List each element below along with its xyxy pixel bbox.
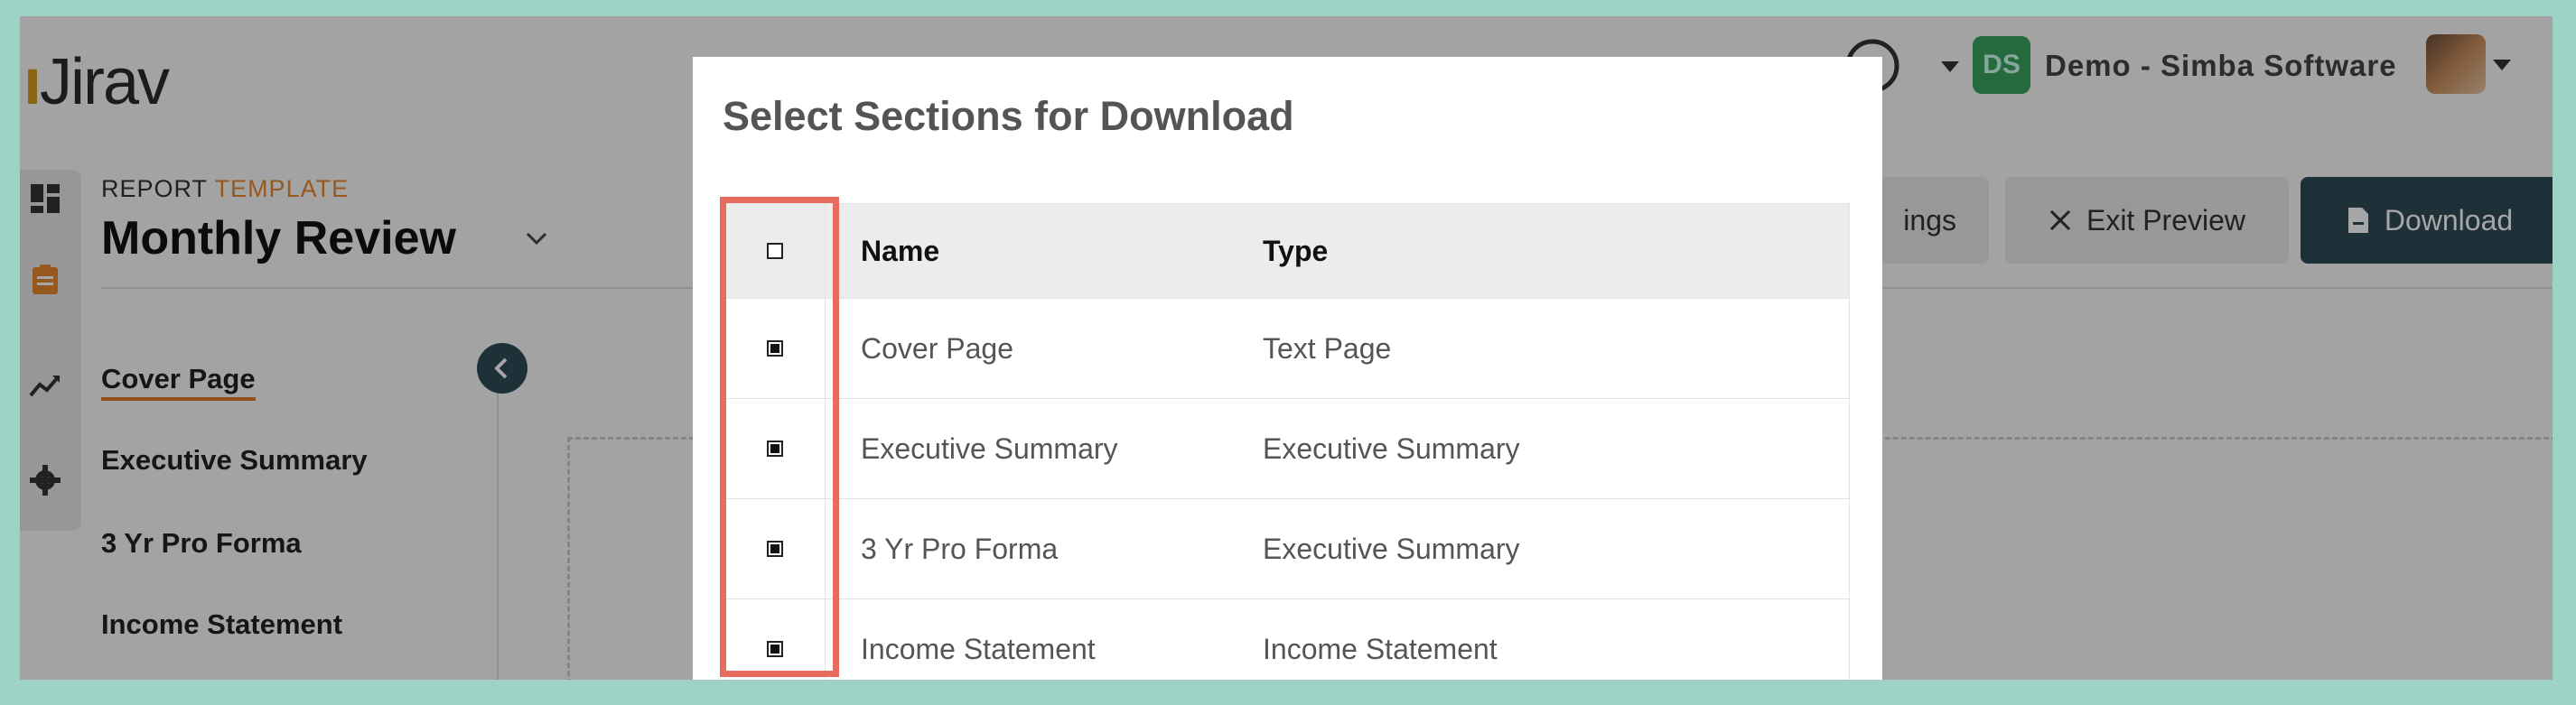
- sections-table: Name Type Cover Page Text Page Executive…: [724, 203, 1850, 680]
- table-row[interactable]: Income Statement Income Statement: [724, 599, 1850, 680]
- row-type: Income Statement: [1263, 632, 1498, 665]
- row-type: Text Page: [1263, 331, 1392, 365]
- row-name: Executive Summary: [861, 431, 1118, 465]
- row-name: 3 Yr Pro Forma: [861, 532, 1059, 565]
- row-name: Cover Page: [861, 331, 1013, 365]
- column-header-name: Name: [861, 234, 940, 267]
- row-type: Executive Summary: [1263, 431, 1520, 465]
- app-frame: ıJirav REPORT TEMPLATE Monthly Review DS…: [20, 16, 2553, 680]
- row-name: Income Statement: [861, 632, 1096, 665]
- modal-title: Select Sections for Download: [723, 93, 1294, 139]
- table-row[interactable]: Executive Summary Executive Summary: [724, 399, 1850, 499]
- row-type: Executive Summary: [1263, 532, 1520, 565]
- table-row[interactable]: Cover Page Text Page: [724, 299, 1850, 399]
- table-header-row: Name Type: [724, 203, 1850, 299]
- checkbox-column-highlight: [720, 197, 839, 677]
- select-sections-modal: Select Sections for Download Name Type C…: [693, 57, 1882, 680]
- table-row[interactable]: 3 Yr Pro Forma Executive Summary: [724, 499, 1850, 599]
- column-header-type: Type: [1263, 234, 1329, 267]
